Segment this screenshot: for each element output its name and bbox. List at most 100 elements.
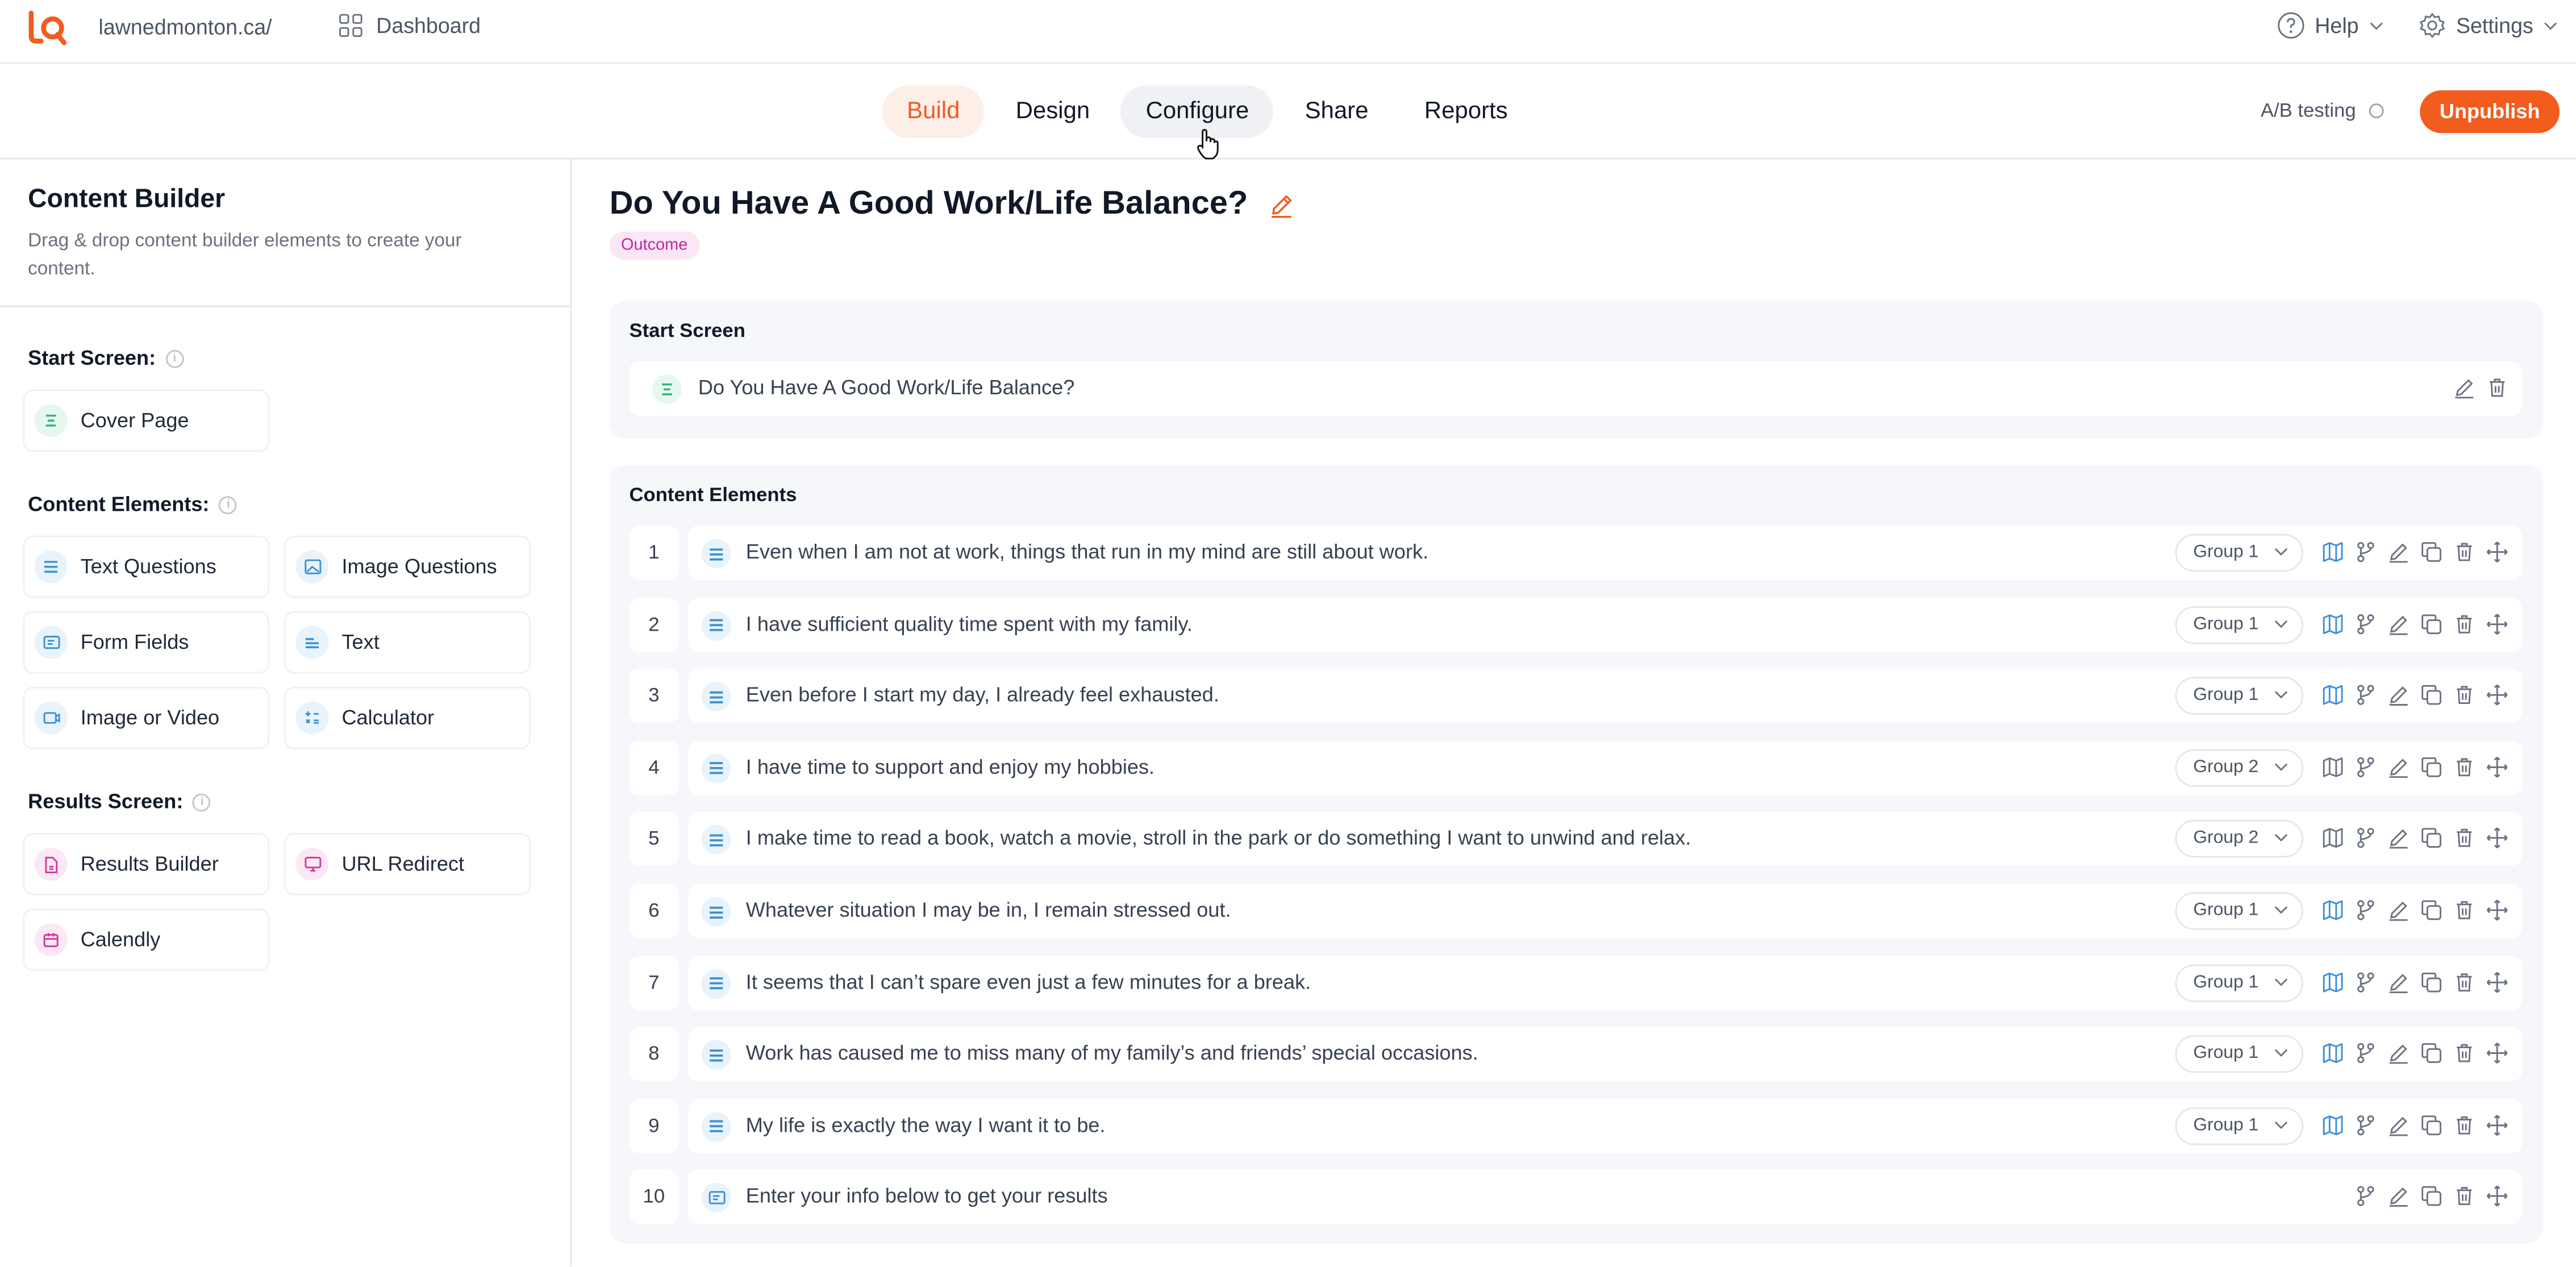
toggle-dot-icon[interactable] bbox=[2369, 102, 2384, 118]
info-icon[interactable]: i bbox=[165, 349, 184, 368]
row-content[interactable]: Work has caused me to miss many of my fa… bbox=[688, 1027, 2522, 1082]
branch-logic-icon[interactable] bbox=[2354, 970, 2377, 993]
content-element-row[interactable]: 6 Whatever situation I may be in, I remai… bbox=[629, 883, 2522, 939]
edit-icon[interactable] bbox=[2387, 756, 2410, 778]
text-element[interactable]: Text bbox=[284, 611, 531, 674]
form-fields-element[interactable]: Form Fields bbox=[23, 611, 270, 674]
calculator-element[interactable]: Calculator bbox=[284, 686, 531, 749]
results-builder-element[interactable]: Results Builder bbox=[23, 833, 270, 895]
edit-icon[interactable] bbox=[2387, 970, 2410, 993]
trash-icon[interactable] bbox=[2453, 1114, 2475, 1136]
map-icon[interactable] bbox=[2321, 1042, 2344, 1065]
content-element-row[interactable]: 1 Even when I am not at work, things that… bbox=[629, 526, 2522, 580]
drag-move-icon[interactable] bbox=[2486, 612, 2508, 635]
drag-move-icon[interactable] bbox=[2486, 1114, 2508, 1136]
trash-icon[interactable] bbox=[2453, 827, 2475, 850]
tab-share[interactable]: Share bbox=[1280, 85, 1393, 138]
group-select[interactable]: Group 1 bbox=[2175, 534, 2304, 572]
drag-move-icon[interactable] bbox=[2486, 683, 2508, 706]
duplicate-icon[interactable] bbox=[2420, 756, 2442, 778]
edit-icon[interactable] bbox=[2387, 683, 2410, 706]
branch-logic-icon[interactable] bbox=[2354, 1114, 2377, 1136]
help-menu[interactable]: Help bbox=[2277, 11, 2383, 39]
drag-move-icon[interactable] bbox=[2486, 1185, 2508, 1208]
duplicate-icon[interactable] bbox=[2420, 612, 2442, 635]
group-select[interactable]: Group 1 bbox=[2175, 677, 2304, 715]
tab-reports[interactable]: Reports bbox=[1400, 85, 1533, 138]
dashboard-link[interactable]: Dashboard bbox=[339, 13, 481, 38]
duplicate-icon[interactable] bbox=[2420, 683, 2442, 706]
row-content[interactable]: Even before I start my day, I already fe… bbox=[688, 669, 2522, 723]
branch-logic-icon[interactable] bbox=[2354, 1042, 2377, 1065]
edit-icon[interactable] bbox=[2387, 1042, 2410, 1065]
calendly-element[interactable]: Calendly bbox=[23, 908, 270, 971]
row-content[interactable]: Enter your info below to get your result… bbox=[688, 1170, 2522, 1225]
trash-icon[interactable] bbox=[2486, 376, 2508, 399]
edit-icon[interactable] bbox=[2387, 1114, 2410, 1136]
group-select[interactable]: Group 1 bbox=[2175, 1035, 2304, 1073]
row-content[interactable]: Even when I am not at work, things that … bbox=[688, 526, 2522, 580]
map-icon[interactable] bbox=[2321, 827, 2344, 850]
group-select[interactable]: Group 1 bbox=[2175, 1107, 2304, 1145]
trash-icon[interactable] bbox=[2453, 540, 2475, 563]
row-content[interactable]: I have sufficient quality time spent wit… bbox=[688, 597, 2522, 652]
trash-icon[interactable] bbox=[2453, 899, 2475, 922]
edit-icon[interactable] bbox=[2387, 899, 2410, 922]
cover-page-element[interactable]: Cover Page bbox=[23, 389, 270, 452]
edit-icon[interactable] bbox=[2387, 827, 2410, 850]
unpublish-button[interactable]: Unpublish bbox=[2420, 90, 2560, 134]
info-icon[interactable]: i bbox=[193, 793, 211, 811]
branch-logic-icon[interactable] bbox=[2354, 540, 2377, 563]
duplicate-icon[interactable] bbox=[2420, 827, 2442, 850]
duplicate-icon[interactable] bbox=[2420, 540, 2442, 563]
group-select[interactable]: Group 2 bbox=[2175, 820, 2304, 858]
start-screen-row[interactable]: Do You Have A Good Work/Life Balance? bbox=[629, 361, 2522, 416]
row-content[interactable]: My life is exactly the way I want it to … bbox=[688, 1098, 2522, 1153]
drag-move-icon[interactable] bbox=[2486, 899, 2508, 922]
map-icon[interactable] bbox=[2321, 970, 2344, 993]
trash-icon[interactable] bbox=[2453, 756, 2475, 778]
group-select[interactable]: Group 1 bbox=[2175, 964, 2304, 1002]
duplicate-icon[interactable] bbox=[2420, 1185, 2442, 1208]
tab-design[interactable]: Design bbox=[991, 85, 1114, 138]
content-element-row[interactable]: 2 I have sufficient quality time spent wi… bbox=[629, 597, 2522, 652]
content-element-row[interactable]: 9 My life is exactly the way I want it to… bbox=[629, 1098, 2522, 1153]
drag-move-icon[interactable] bbox=[2486, 970, 2508, 993]
branch-logic-icon[interactable] bbox=[2354, 827, 2377, 850]
ab-testing-toggle[interactable]: A/B testing bbox=[2261, 98, 2384, 122]
content-element-row[interactable]: 5 I make time to read a book, watch a mov… bbox=[629, 812, 2522, 867]
drag-move-icon[interactable] bbox=[2486, 827, 2508, 850]
group-select[interactable]: Group 2 bbox=[2175, 748, 2304, 787]
edit-icon[interactable] bbox=[2387, 540, 2410, 563]
content-element-row[interactable]: 8 Work has caused me to miss many of my f… bbox=[629, 1027, 2522, 1082]
group-select[interactable]: Group 1 bbox=[2175, 892, 2304, 930]
row-content[interactable]: It seems that I can’t spare even just a … bbox=[688, 955, 2522, 1010]
edit-pencil-icon[interactable] bbox=[1268, 191, 1294, 218]
map-icon[interactable] bbox=[2321, 540, 2344, 563]
duplicate-icon[interactable] bbox=[2420, 1114, 2442, 1136]
drag-move-icon[interactable] bbox=[2486, 540, 2508, 563]
branch-logic-icon[interactable] bbox=[2354, 1185, 2377, 1208]
content-element-row[interactable]: 3 Even before I start my day, I already f… bbox=[629, 669, 2522, 723]
trash-icon[interactable] bbox=[2453, 970, 2475, 993]
row-content[interactable]: I make time to read a book, watch a movi… bbox=[688, 812, 2522, 867]
group-select[interactable]: Group 1 bbox=[2175, 605, 2304, 644]
text-questions-element[interactable]: Text Questions bbox=[23, 535, 270, 598]
duplicate-icon[interactable] bbox=[2420, 1042, 2442, 1065]
content-element-row[interactable]: 4 I have time to support and enjoy my hob… bbox=[629, 740, 2522, 795]
branch-logic-icon[interactable] bbox=[2354, 899, 2377, 922]
map-icon[interactable] bbox=[2321, 899, 2344, 922]
branch-logic-icon[interactable] bbox=[2354, 756, 2377, 778]
map-icon[interactable] bbox=[2321, 1114, 2344, 1136]
site-url[interactable]: lawnedmonton.ca/ bbox=[98, 15, 272, 39]
info-icon[interactable]: i bbox=[219, 495, 237, 514]
branch-logic-icon[interactable] bbox=[2354, 612, 2377, 635]
image-or-video-element[interactable]: Image or Video bbox=[23, 686, 270, 749]
trash-icon[interactable] bbox=[2453, 612, 2475, 635]
edit-icon[interactable] bbox=[2387, 1185, 2410, 1208]
content-element-row[interactable]: 7 It seems that I can’t spare even just a… bbox=[629, 955, 2522, 1010]
row-content[interactable]: I have time to support and enjoy my hobb… bbox=[688, 740, 2522, 795]
logo-icon[interactable] bbox=[26, 8, 69, 47]
edit-icon[interactable] bbox=[2453, 376, 2475, 399]
drag-move-icon[interactable] bbox=[2486, 1042, 2508, 1065]
